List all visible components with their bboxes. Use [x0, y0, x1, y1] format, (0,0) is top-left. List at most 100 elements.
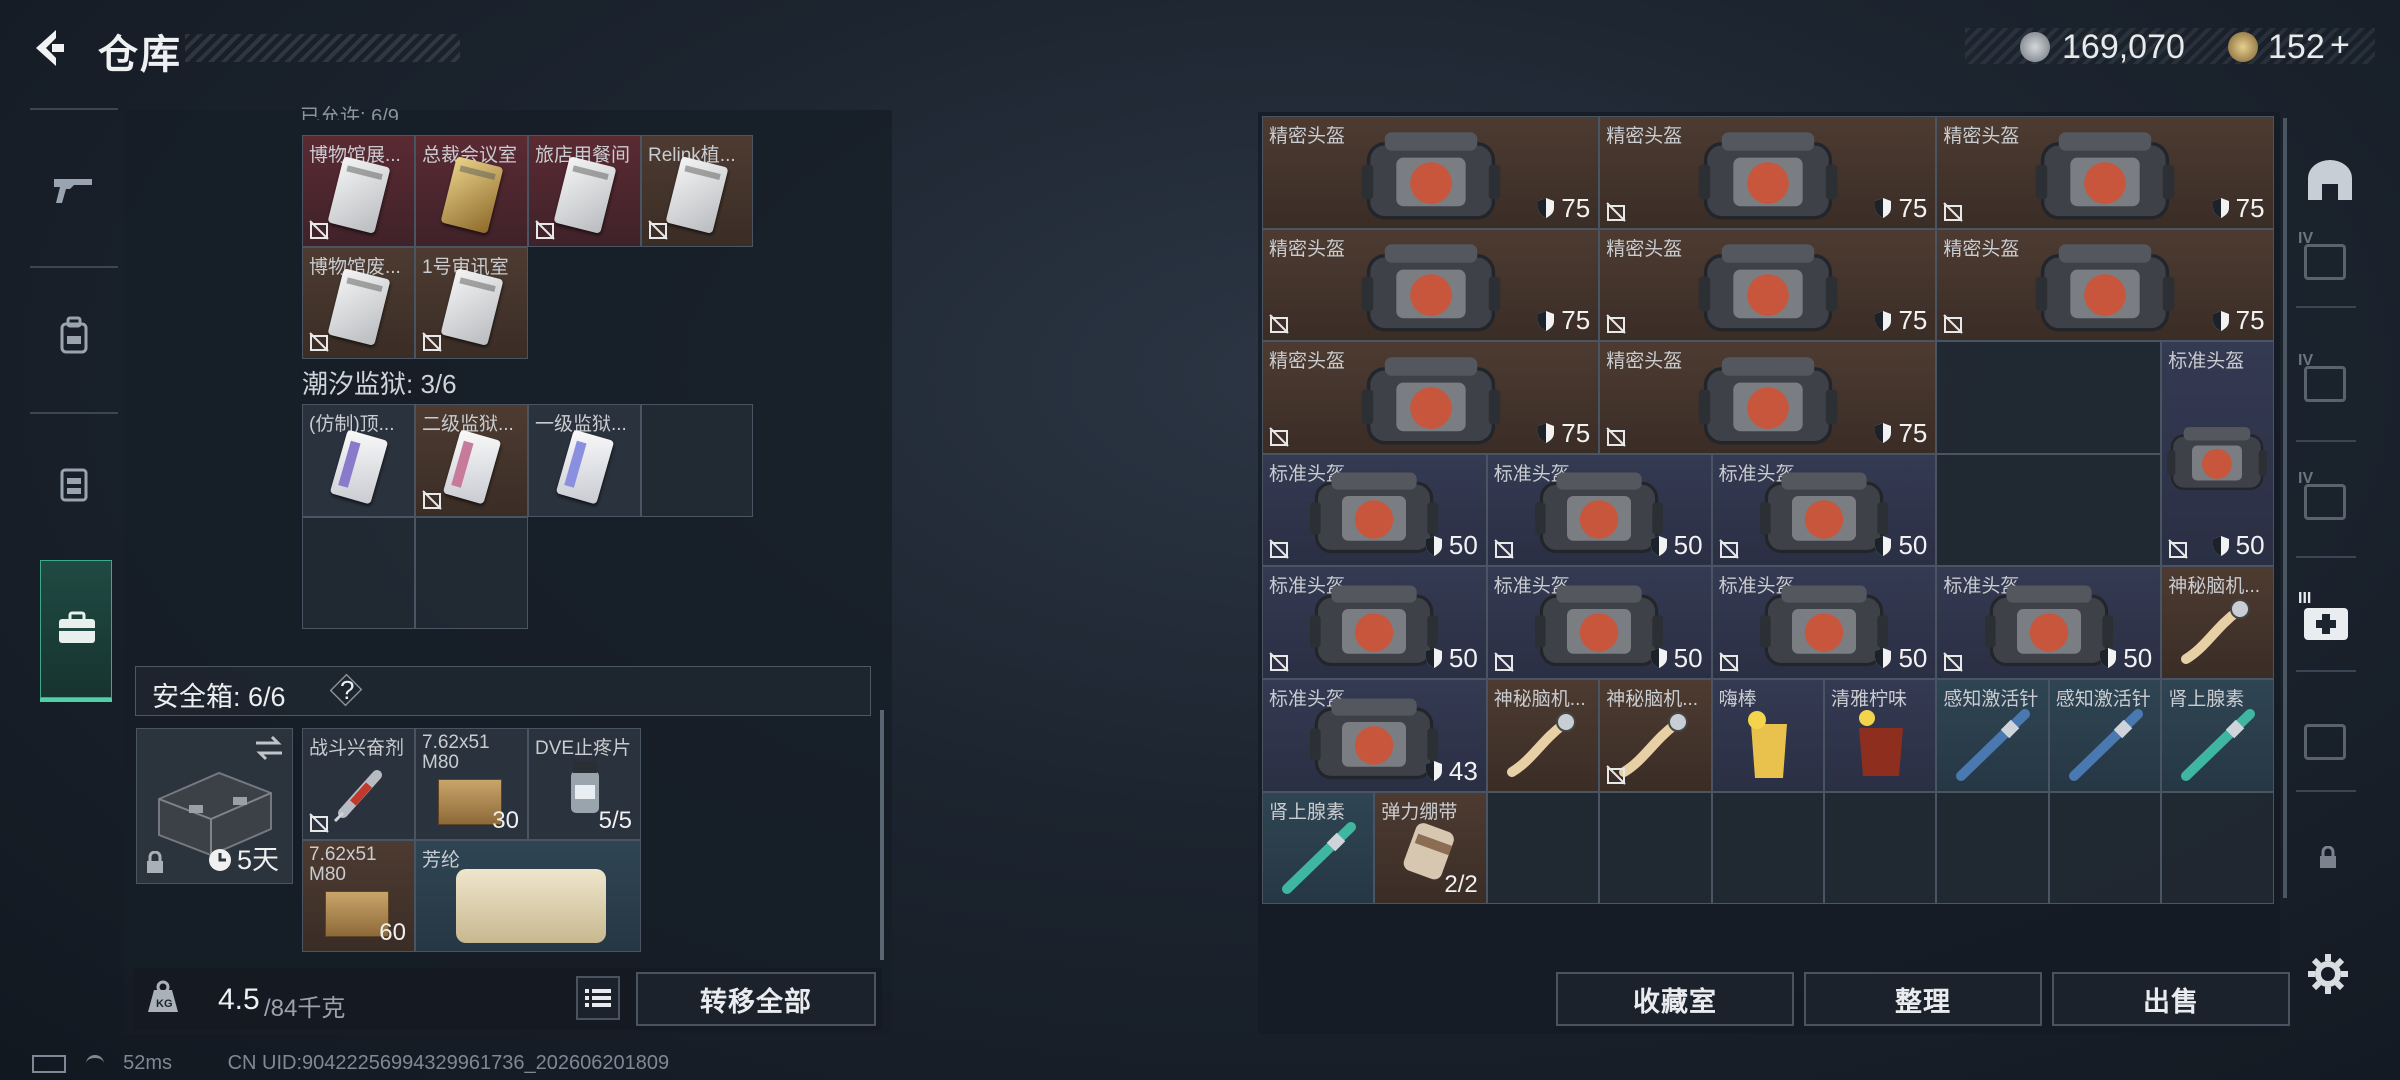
item-slot[interactable]: 神秘脑机... [1599, 679, 1712, 792]
keycard-icon [439, 156, 504, 235]
sidebar-divider [30, 108, 118, 110]
keycard-icon [555, 429, 614, 505]
left-scrollbar[interactable] [880, 710, 884, 960]
gold-amount: 152 [2268, 28, 2325, 66]
empty-slot[interactable] [1486, 791, 1600, 905]
sort-button[interactable]: 整理 [1804, 972, 2042, 1026]
item-slot[interactable]: 7.62x51 M80 60 [302, 840, 415, 952]
bunker-icon [2308, 160, 2352, 200]
fine-helmet-slot[interactable]: 精密头盔 75 [1936, 228, 2274, 342]
armor-value: 75 [1537, 418, 1590, 449]
item-slot[interactable]: 博物馆废... [302, 247, 415, 359]
standard-helmet-slot[interactable]: 标准头盔 50 [1711, 453, 1937, 567]
helmet-bag-icon [1759, 585, 1888, 666]
safebox-slot[interactable]: 5天 [136, 728, 293, 884]
shield-icon [2100, 648, 2117, 669]
standard-helmet-slot[interactable]: 标准头盔 50 [1262, 453, 1487, 567]
item-count: 30 [492, 807, 519, 834]
empty-slot[interactable] [641, 404, 753, 517]
item-slot[interactable]: 旅店用餐间 [528, 135, 641, 247]
standard-helmet-slot[interactable]: 标准头盔 50 [1711, 566, 1937, 679]
helmet-bag-icon [1535, 585, 1664, 666]
empty-slot[interactable] [1599, 791, 1712, 905]
item-slot[interactable]: (仿制)顶... [302, 404, 415, 517]
helmet-bag-icon [1698, 244, 1838, 332]
tab-warehouse[interactable] [40, 560, 112, 698]
item-slot[interactable]: 芳纶 [415, 840, 641, 952]
standard-helmet-slot[interactable]: 标准头盔 50 [1936, 566, 2162, 679]
item-slot[interactable]: DVE止疼片 5/5 [528, 728, 641, 840]
item-slot[interactable]: 7.62x51 M80 30 [415, 728, 528, 840]
item-slot[interactable]: 神秘脑机... [2161, 566, 2274, 679]
item-slot[interactable]: 清雅柠味 [1824, 679, 1937, 792]
shield-icon [2212, 198, 2229, 219]
item-slot[interactable]: Relink植... [641, 135, 753, 247]
fine-helmet-slot[interactable]: 精密头盔 75 [1262, 341, 1600, 454]
settings-gear-icon[interactable] [2306, 952, 2350, 996]
no-trade-icon [1718, 539, 1739, 560]
tab-upgrade-4[interactable] [2296, 710, 2356, 770]
item-slot[interactable]: 弹力绷带 2/2 [1374, 791, 1487, 905]
standard-helmet-slot[interactable]: 标准头盔 43 [1262, 679, 1487, 792]
item-count: 60 [379, 919, 406, 946]
sell-button[interactable]: 出售 [2052, 972, 2290, 1026]
shield-icon [1875, 423, 1892, 444]
back-button[interactable] [26, 24, 74, 72]
empty-slot[interactable] [1824, 791, 1937, 905]
empty-slot[interactable] [302, 517, 415, 629]
item-slot[interactable]: 神秘脑机... [1486, 679, 1600, 792]
tab-vest[interactable] [44, 454, 104, 514]
tab-weapons[interactable] [44, 160, 104, 220]
item-slot[interactable]: 1号审讯室 [415, 247, 528, 359]
item-slot[interactable]: 总裁会议室 [415, 135, 528, 247]
helmet-bag-icon [2035, 131, 2175, 219]
swap-icon[interactable] [254, 735, 284, 761]
collection-room-button[interactable]: 收藏室 [1556, 972, 1794, 1026]
sidebar-divider [2296, 440, 2356, 442]
tab-upgrade-1[interactable]: IV [2296, 230, 2356, 290]
shield-icon [1538, 423, 1555, 444]
tab-safehouse[interactable] [2300, 150, 2360, 210]
fine-helmet-slot[interactable]: 精密头盔 75 [1599, 341, 1937, 454]
empty-slot[interactable] [1936, 453, 2162, 567]
item-slot[interactable]: 感知激活针 [1936, 679, 2049, 792]
standard-helmet-slot[interactable]: 标准头盔 50 [1486, 566, 1712, 679]
standard-helmet-slot[interactable]: 标准头盔 50 [1486, 453, 1712, 567]
fine-helmet-slot[interactable]: 精密头盔 75 [1599, 228, 1937, 342]
item-slot[interactable]: 肾上腺素 [2161, 679, 2274, 792]
item-slot[interactable]: 博物馆展... [302, 135, 415, 247]
shield-icon [1875, 535, 1892, 556]
empty-slot[interactable] [2048, 791, 2162, 905]
no-trade-icon [535, 220, 555, 240]
helmet-bag-icon [1759, 472, 1888, 554]
injector-icon [2068, 709, 2143, 781]
item-slot[interactable]: 一级监狱... [528, 404, 641, 517]
fine-helmet-slot[interactable]: 精密头盔 75 [1262, 228, 1600, 342]
fine-helmet-slot[interactable]: 精密头盔 75 [1936, 116, 2274, 229]
add-currency-button[interactable]: + [2330, 26, 2350, 65]
tab-medical-station[interactable]: III [2296, 590, 2356, 650]
tab-upgrade-2[interactable]: IV [2296, 352, 2356, 412]
empty-slot[interactable] [1936, 341, 2162, 454]
empty-slot[interactable] [1936, 791, 2049, 905]
empty-slot[interactable] [1711, 791, 1824, 905]
tab-gear[interactable] [44, 306, 104, 366]
list-view-button[interactable] [576, 976, 620, 1020]
fine-helmet-slot[interactable]: 精密头盔 75 [1599, 116, 1937, 229]
empty-slot[interactable] [415, 517, 528, 629]
tab-upgrade-3[interactable]: IV [2296, 470, 2356, 530]
transfer-all-button[interactable]: 转移全部 [636, 972, 876, 1026]
no-trade-icon [1606, 427, 1626, 447]
standard-helmet-slot[interactable]: 标准头盔 50 [2161, 341, 2274, 567]
item-slot[interactable]: 感知激活针 [2048, 679, 2162, 792]
item-slot[interactable]: 二级监狱... [415, 404, 528, 517]
item-label: 神秘脑机... [2168, 576, 2261, 598]
item-slot[interactable]: 战斗兴奋剂 [302, 728, 415, 840]
item-slot[interactable]: 肾上腺素 [1262, 791, 1375, 905]
fine-helmet-slot[interactable]: 精密头盔 75 [1262, 116, 1600, 229]
item-slot[interactable]: 嗨棒 [1711, 679, 1824, 792]
battery-icon [32, 1054, 66, 1073]
stash-scrollbar[interactable] [2283, 118, 2287, 898]
empty-slot[interactable] [2161, 791, 2274, 905]
standard-helmet-slot[interactable]: 标准头盔 50 [1262, 566, 1487, 679]
